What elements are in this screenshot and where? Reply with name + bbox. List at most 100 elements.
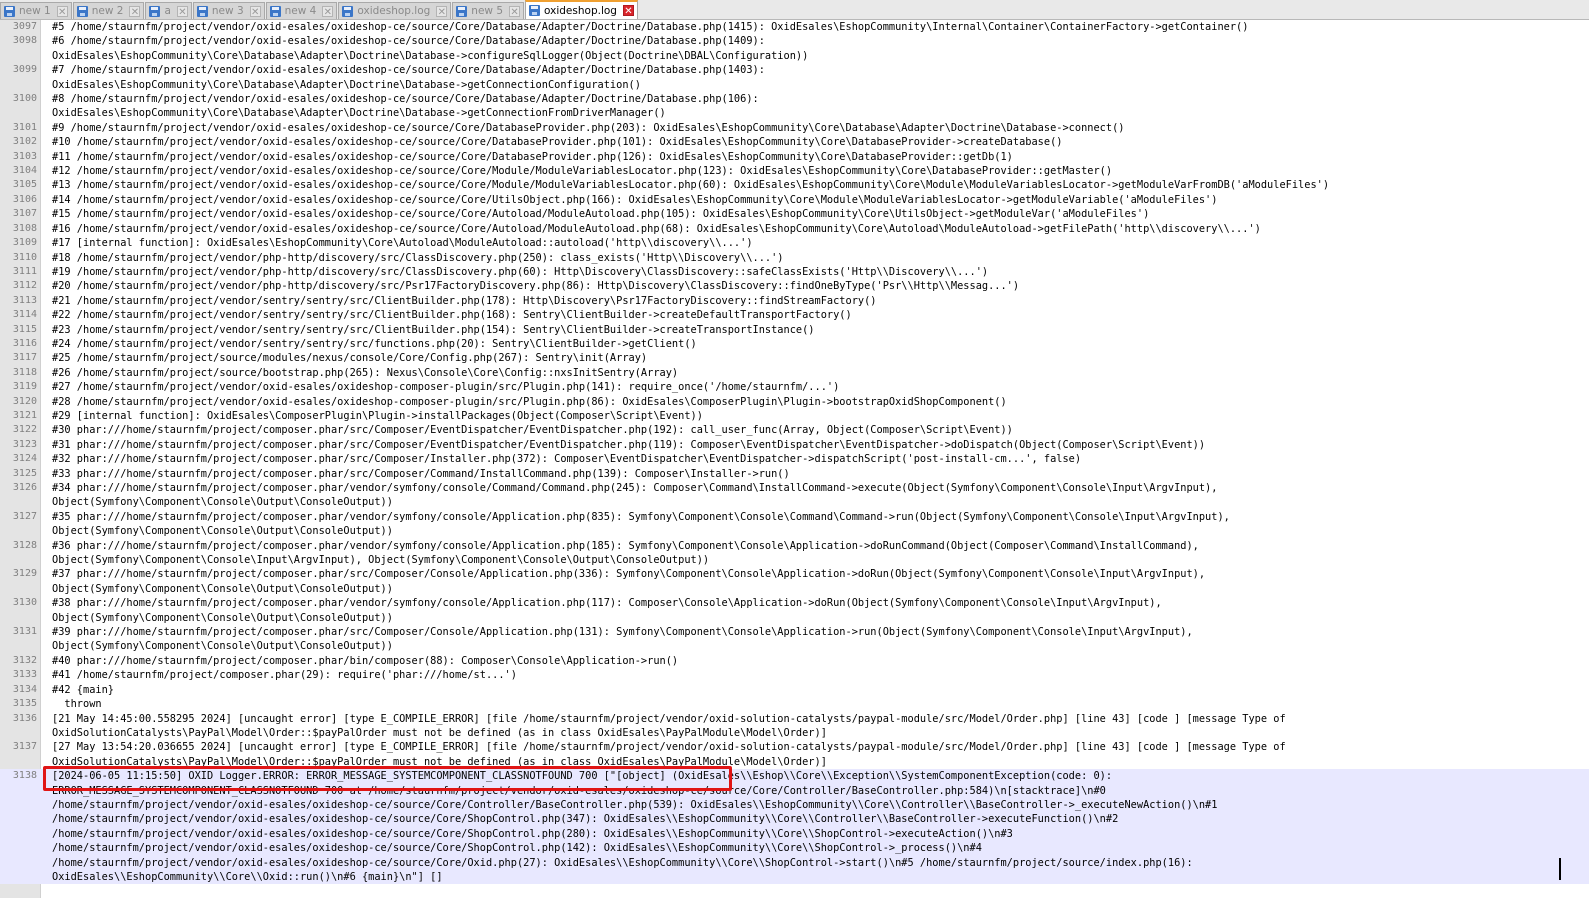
- editor-line[interactable]: 3112 #20 /home/staurnfm/project/vendor/ph…: [0, 279, 1589, 293]
- editor-line[interactable]: 3105 #13 /home/staurnfm/project/vendor/ox…: [0, 178, 1589, 192]
- line-text[interactable]: #36 phar:///home/staurnfm/project/compos…: [52, 539, 1552, 568]
- editor-line[interactable]: 3131 #39 phar:///home/staurnfm/project/co…: [0, 625, 1589, 654]
- close-icon[interactable]: ✕: [176, 5, 188, 18]
- close-icon[interactable]: ✕: [622, 5, 634, 17]
- line-text[interactable]: #9 /home/staurnfm/project/vendor/oxid-es…: [52, 121, 1552, 135]
- line-text[interactable]: #31 phar:///home/staurnfm/project/compos…: [52, 438, 1552, 452]
- close-icon[interactable]: ✕: [436, 5, 448, 18]
- editor-line[interactable]: 3103 #11 /home/staurnfm/project/vendor/ox…: [0, 150, 1589, 164]
- editor-line[interactable]: 3125 #33 phar:///home/staurnfm/project/co…: [0, 467, 1589, 481]
- editor-line[interactable]: 3099 #7 /home/staurnfm/project/vendor/oxi…: [0, 63, 1589, 92]
- editor-line[interactable]: 3106 #14 /home/staurnfm/project/vendor/ox…: [0, 193, 1589, 207]
- line-text[interactable]: #15 /home/staurnfm/project/vendor/oxid-e…: [52, 207, 1552, 221]
- editor-line[interactable]: 3111 #19 /home/staurnfm/project/vendor/ph…: [0, 265, 1589, 279]
- editor-line[interactable]: 3136 [21 May 14:45:00.558295 2024] [uncau…: [0, 712, 1589, 741]
- editor-line[interactable]: 3124 #32 phar:///home/staurnfm/project/co…: [0, 452, 1589, 466]
- tab-new-4[interactable]: new 4 ✕: [265, 2, 338, 19]
- line-text[interactable]: #22 /home/staurnfm/project/vendor/sentry…: [52, 308, 1552, 322]
- line-text[interactable]: #42 {main}: [52, 683, 1552, 697]
- editor-line[interactable]: 3104 #12 /home/staurnfm/project/vendor/ox…: [0, 164, 1589, 178]
- line-text[interactable]: #26 /home/staurnfm/project/source/bootst…: [52, 366, 1552, 380]
- line-text[interactable]: thrown: [52, 697, 1552, 711]
- editor-line[interactable]: 3121 #29 [internal function]: OxidEsales\…: [0, 409, 1589, 423]
- line-text[interactable]: #14 /home/staurnfm/project/vendor/oxid-e…: [52, 193, 1552, 207]
- tab-new-2[interactable]: new 2 ✕: [72, 2, 145, 19]
- line-text[interactable]: #23 /home/staurnfm/project/vendor/sentry…: [52, 323, 1552, 337]
- editor-line[interactable]: 3113 #21 /home/staurnfm/project/vendor/se…: [0, 294, 1589, 308]
- line-text[interactable]: #33 phar:///home/staurnfm/project/compos…: [52, 467, 1552, 481]
- line-text[interactable]: #41 /home/staurnfm/project/composer.phar…: [52, 668, 1552, 682]
- line-text[interactable]: [21 May 14:45:00.558295 2024] [uncaught …: [52, 712, 1552, 741]
- line-text[interactable]: #25 /home/staurnfm/project/source/module…: [52, 351, 1552, 365]
- line-text[interactable]: #13 /home/staurnfm/project/vendor/oxid-e…: [52, 178, 1552, 192]
- line-text[interactable]: #7 /home/staurnfm/project/vendor/oxid-es…: [52, 63, 1552, 92]
- editor-line[interactable]: 3123 #31 phar:///home/staurnfm/project/co…: [0, 438, 1589, 452]
- close-icon[interactable]: ✕: [249, 5, 261, 18]
- editor-line[interactable]: 3116 #24 /home/staurnfm/project/vendor/se…: [0, 337, 1589, 351]
- close-icon[interactable]: ✕: [509, 5, 521, 18]
- line-text[interactable]: #19 /home/staurnfm/project/vendor/php-ht…: [52, 265, 1552, 279]
- line-text[interactable]: #16 /home/staurnfm/project/vendor/oxid-e…: [52, 222, 1552, 236]
- line-text[interactable]: #20 /home/staurnfm/project/vendor/php-ht…: [52, 279, 1552, 293]
- tab-new-1[interactable]: new 1 ✕: [0, 2, 72, 19]
- editor-line[interactable]: 3128 #36 phar:///home/staurnfm/project/co…: [0, 539, 1589, 568]
- line-text[interactable]: #6 /home/staurnfm/project/vendor/oxid-es…: [52, 34, 1552, 63]
- line-text[interactable]: #28 /home/staurnfm/project/vendor/oxid-e…: [52, 395, 1552, 409]
- line-text[interactable]: #34 phar:///home/staurnfm/project/compos…: [52, 481, 1552, 510]
- tab-new-3[interactable]: new 3 ✕: [192, 2, 265, 19]
- editor-line[interactable]: 3109 #17 [internal function]: OxidEsales\…: [0, 236, 1589, 250]
- editor-line[interactable]: 3097 #5 /home/staurnfm/project/vendor/oxi…: [0, 20, 1589, 34]
- editor-line[interactable]: 3129 #37 phar:///home/staurnfm/project/co…: [0, 567, 1589, 596]
- line-text[interactable]: #10 /home/staurnfm/project/vendor/oxid-e…: [52, 135, 1552, 149]
- line-text[interactable]: #29 [internal function]: OxidEsales\Comp…: [52, 409, 1552, 423]
- editor-pane[interactable]: 3097 #5 /home/staurnfm/project/vendor/oxi…: [0, 20, 1589, 898]
- editor-line[interactable]: 3114 #22 /home/staurnfm/project/vendor/se…: [0, 308, 1589, 322]
- editor-line[interactable]: 3117 #25 /home/staurnfm/project/source/mo…: [0, 351, 1589, 365]
- editor-content[interactable]: 3097 #5 /home/staurnfm/project/vendor/oxi…: [0, 20, 1589, 885]
- editor-line[interactable]: 3110 #18 /home/staurnfm/project/vendor/ph…: [0, 251, 1589, 265]
- tab-oxideshop-log[interactable]: oxideshop.log ✕: [525, 0, 638, 19]
- line-text[interactable]: [27 May 13:54:20.036655 2024] [uncaught …: [52, 740, 1552, 769]
- line-text[interactable]: #5 /home/staurnfm/project/vendor/oxid-es…: [52, 20, 1552, 34]
- close-icon[interactable]: ✕: [56, 5, 68, 18]
- line-text[interactable]: #12 /home/staurnfm/project/vendor/oxid-e…: [52, 164, 1552, 178]
- line-text[interactable]: #30 phar:///home/staurnfm/project/compos…: [52, 423, 1552, 437]
- line-text[interactable]: #40 phar:///home/staurnfm/project/compos…: [52, 654, 1552, 668]
- editor-line[interactable]: 3127 #35 phar:///home/staurnfm/project/co…: [0, 510, 1589, 539]
- editor-line[interactable]: 3108 #16 /home/staurnfm/project/vendor/ox…: [0, 222, 1589, 236]
- close-icon[interactable]: ✕: [129, 5, 141, 18]
- tab-a[interactable]: a ✕: [145, 2, 192, 19]
- line-text[interactable]: #39 phar:///home/staurnfm/project/compos…: [52, 625, 1552, 654]
- editor-line[interactable]: 3133 #41 /home/staurnfm/project/composer.…: [0, 668, 1589, 682]
- editor-line[interactable]: 3138 [2024-06-05 11:15:50] OXID Logger.ER…: [0, 769, 1589, 885]
- editor-line[interactable]: 3126 #34 phar:///home/staurnfm/project/co…: [0, 481, 1589, 510]
- editor-line[interactable]: 3118 #26 /home/staurnfm/project/source/bo…: [0, 366, 1589, 380]
- tab-oxideshop-log[interactable]: oxideshop.log ✕: [338, 2, 452, 19]
- line-text[interactable]: #17 [internal function]: OxidEsales\Esho…: [52, 236, 1552, 250]
- line-text[interactable]: #27 /home/staurnfm/project/vendor/oxid-e…: [52, 380, 1552, 394]
- editor-line[interactable]: 3130 #38 phar:///home/staurnfm/project/co…: [0, 596, 1589, 625]
- close-icon[interactable]: ✕: [322, 5, 334, 18]
- editor-line[interactable]: 3119 #27 /home/staurnfm/project/vendor/ox…: [0, 380, 1589, 394]
- editor-line[interactable]: 3122 #30 phar:///home/staurnfm/project/co…: [0, 423, 1589, 437]
- editor-line[interactable]: 3115 #23 /home/staurnfm/project/vendor/se…: [0, 323, 1589, 337]
- line-text[interactable]: #35 phar:///home/staurnfm/project/compos…: [52, 510, 1552, 539]
- line-text[interactable]: #32 phar:///home/staurnfm/project/compos…: [52, 452, 1552, 466]
- line-text[interactable]: #24 /home/staurnfm/project/vendor/sentry…: [52, 337, 1552, 351]
- editor-line[interactable]: 3100 #8 /home/staurnfm/project/vendor/oxi…: [0, 92, 1589, 121]
- line-text[interactable]: #37 phar:///home/staurnfm/project/compos…: [52, 567, 1552, 596]
- line-text[interactable]: #18 /home/staurnfm/project/vendor/php-ht…: [52, 251, 1552, 265]
- line-text[interactable]: #8 /home/staurnfm/project/vendor/oxid-es…: [52, 92, 1552, 121]
- line-text[interactable]: [2024-06-05 11:15:50] OXID Logger.ERROR:…: [52, 769, 1552, 884]
- line-text[interactable]: #38 phar:///home/staurnfm/project/compos…: [52, 596, 1552, 625]
- editor-line[interactable]: 3135 thrown: [0, 697, 1589, 711]
- line-text[interactable]: #11 /home/staurnfm/project/vendor/oxid-e…: [52, 150, 1552, 164]
- tab-new-5[interactable]: new 5 ✕: [452, 2, 525, 19]
- editor-line[interactable]: 3134 #42 {main}: [0, 683, 1589, 697]
- editor-line[interactable]: 3107 #15 /home/staurnfm/project/vendor/ox…: [0, 207, 1589, 221]
- editor-line[interactable]: 3098 #6 /home/staurnfm/project/vendor/oxi…: [0, 34, 1589, 63]
- editor-line[interactable]: 3137 [27 May 13:54:20.036655 2024] [uncau…: [0, 740, 1589, 769]
- line-text[interactable]: #21 /home/staurnfm/project/vendor/sentry…: [52, 294, 1552, 308]
- editor-line[interactable]: 3102 #10 /home/staurnfm/project/vendor/ox…: [0, 135, 1589, 149]
- editor-line[interactable]: 3120 #28 /home/staurnfm/project/vendor/ox…: [0, 395, 1589, 409]
